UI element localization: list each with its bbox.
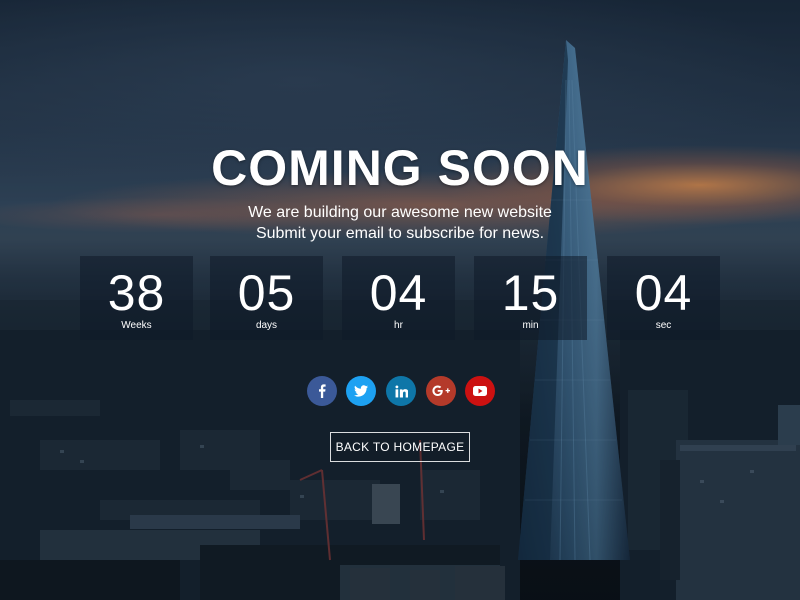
twitter-icon bbox=[354, 385, 368, 397]
coming-soon-page: COMING SOON We are building our awesome … bbox=[0, 0, 800, 600]
countdown-hours-label: hr bbox=[394, 320, 403, 331]
subtitle-line-2: Submit your email to subscribe for news. bbox=[255, 225, 545, 242]
countdown-hours: 04 hr bbox=[342, 256, 455, 340]
countdown-days-value: 05 bbox=[237, 265, 296, 321]
twitter-button[interactable] bbox=[346, 376, 376, 406]
subtitle-line-1: We are building our awesome new website bbox=[248, 204, 552, 221]
youtube-button[interactable] bbox=[465, 376, 495, 406]
countdown-minutes-value: 15 bbox=[501, 265, 560, 321]
linkedin-button[interactable] bbox=[386, 376, 416, 406]
countdown-days: 05 days bbox=[210, 256, 323, 340]
back-to-homepage-button[interactable]: BACK TO HOMEPAGE bbox=[330, 432, 470, 462]
subtitle: We are building our awesome new website … bbox=[0, 202, 800, 244]
countdown-weeks-value: 38 bbox=[107, 265, 166, 321]
social-links bbox=[307, 376, 497, 406]
countdown-days-label: days bbox=[255, 320, 278, 331]
countdown-minutes: 15 min bbox=[474, 256, 587, 340]
google-plus-icon bbox=[432, 385, 450, 397]
countdown-weeks: 38 Weeks bbox=[80, 256, 193, 340]
youtube-icon bbox=[473, 386, 487, 396]
linkedin-icon bbox=[394, 384, 408, 397]
countdown-minutes-label: min bbox=[522, 320, 539, 331]
facebook-button[interactable] bbox=[307, 376, 337, 406]
countdown-weeks-label: Weeks bbox=[121, 320, 152, 331]
countdown-timer: 38 Weeks 05 days 04 hr 15 min 04 sec bbox=[80, 256, 723, 340]
countdown-seconds-label: sec bbox=[655, 320, 672, 331]
google-plus-button[interactable] bbox=[426, 376, 456, 406]
page-title: COMING SOON bbox=[211, 140, 589, 196]
countdown-hours-value: 04 bbox=[369, 265, 428, 321]
countdown-seconds-value: 04 bbox=[634, 265, 693, 321]
facebook-icon bbox=[319, 384, 326, 398]
countdown-seconds: 04 sec bbox=[607, 256, 720, 340]
